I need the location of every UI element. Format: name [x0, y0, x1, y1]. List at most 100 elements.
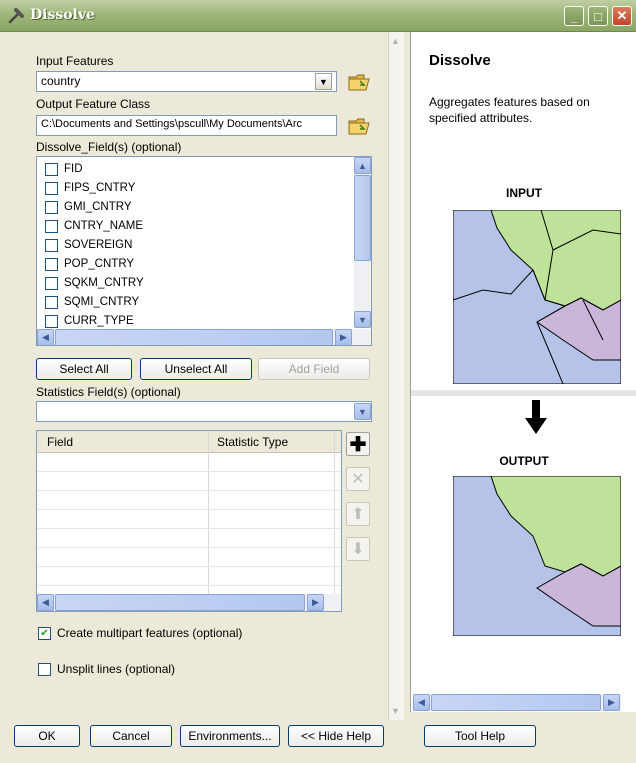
move-up-button[interactable]: ⬆: [346, 502, 370, 526]
hide-help-button[interactable]: << Hide Help: [288, 725, 384, 747]
folder-open-icon: [348, 74, 370, 91]
scroll-up-button[interactable]: ▲: [354, 157, 371, 174]
checkbox[interactable]: [45, 219, 58, 233]
help-title: Dissolve: [429, 52, 491, 69]
statistics-grid[interactable]: Field Statistic Type ◀ ▶: [36, 430, 342, 612]
checkbox[interactable]: [45, 238, 58, 252]
dissolve-field-item[interactable]: FIPS_CNTRY: [45, 179, 135, 197]
chevron-down-icon: ▼: [358, 314, 367, 325]
scroll-left-button[interactable]: ◀: [413, 694, 430, 711]
dissolve-fields-list[interactable]: FID FIPS_CNTRY GMI_CNTRY CNTRY_NAME SOVE…: [36, 156, 372, 346]
chevron-right-icon: ▶: [312, 597, 319, 607]
scroll-left-button[interactable]: ◀: [37, 594, 54, 611]
dissolve-field-item[interactable]: SOVEREIGN: [45, 236, 132, 254]
table-row[interactable]: [37, 492, 341, 510]
minimize-icon: _: [570, 8, 578, 24]
chevron-left-icon: ◀: [418, 697, 425, 707]
input-features-browse-button[interactable]: [347, 70, 371, 94]
checkbox[interactable]: [45, 200, 58, 214]
dissolve-field-item[interactable]: GMI_CNTRY: [45, 198, 132, 216]
input-map-image: [453, 210, 621, 384]
tool-help-button[interactable]: Tool Help: [424, 725, 536, 747]
scroll-thumb[interactable]: [431, 694, 601, 711]
output-caption: OUTPUT: [499, 454, 549, 468]
checkbox[interactable]: [45, 276, 58, 290]
scroll-thumb[interactable]: [55, 594, 305, 611]
dissolve-field-item[interactable]: POP_CNTRY: [45, 255, 134, 273]
scroll-up-icon: ▲: [391, 36, 400, 46]
checkbox[interactable]: [45, 181, 58, 195]
move-down-button[interactable]: ⬇: [346, 537, 370, 561]
table-row[interactable]: [37, 568, 341, 586]
minimize-button[interactable]: _: [564, 6, 584, 26]
input-caption: INPUT: [506, 186, 542, 200]
chevron-down-icon: ▼: [358, 406, 367, 417]
select-all-button[interactable]: Select All: [36, 358, 132, 380]
dissolve-field-item[interactable]: SQMI_CNTRY: [45, 293, 139, 311]
maximize-button[interactable]: □: [588, 6, 608, 26]
multipart-checkbox[interactable]: ✔: [38, 626, 51, 640]
folder-open-icon: [348, 118, 370, 135]
table-row[interactable]: [37, 454, 341, 472]
scroll-right-button[interactable]: ▶: [335, 329, 352, 345]
table-row[interactable]: [37, 511, 341, 529]
dissolve-fields-label: Dissolve_Field(s) (optional): [36, 140, 182, 154]
arrow-up-icon: ⬆: [351, 506, 365, 523]
close-button[interactable]: ✕: [612, 6, 632, 26]
parameters-scrollbar[interactable]: ▲ ▼: [388, 32, 404, 720]
output-map-image: [453, 476, 621, 636]
statistics-dropdown-button[interactable]: ▼: [354, 403, 371, 420]
output-class-browse-button[interactable]: [347, 114, 371, 138]
add-row-button[interactable]: ✚: [346, 432, 370, 456]
scroll-thumb[interactable]: [354, 175, 371, 261]
ok-button[interactable]: OK: [14, 725, 80, 747]
scroll-down-icon: ▼: [391, 706, 400, 716]
environments-button[interactable]: Environments...: [180, 725, 280, 747]
list-vertical-scrollbar[interactable]: ▲ ▼: [354, 157, 371, 328]
grid-header: Field Statistic Type: [37, 431, 341, 453]
scroll-right-button[interactable]: ▶: [307, 594, 324, 611]
title-bar[interactable]: [0, 0, 636, 32]
input-features-field[interactable]: country: [36, 71, 337, 92]
list-horizontal-scrollbar[interactable]: ◀ ▶: [37, 329, 371, 345]
dissolve-field-item[interactable]: SQKM_CNTRY: [45, 274, 144, 292]
scroll-right-button[interactable]: ▶: [603, 694, 620, 711]
delete-row-button[interactable]: ✕: [346, 467, 370, 491]
multipart-option[interactable]: ✔ Create multipart features (optional): [38, 626, 242, 640]
cancel-button[interactable]: Cancel: [90, 725, 172, 747]
chevron-right-icon: ▶: [608, 697, 615, 707]
table-row[interactable]: [37, 549, 341, 567]
table-row[interactable]: [37, 530, 341, 548]
close-icon: ✕: [351, 471, 365, 488]
scroll-thumb[interactable]: [55, 329, 333, 345]
checkbox[interactable]: [45, 257, 58, 271]
checkbox[interactable]: [45, 314, 58, 328]
help-description: Aggregates features based on specified a…: [429, 95, 590, 125]
add-field-button[interactable]: Add Field: [258, 358, 370, 380]
input-features-dropdown[interactable]: ▼: [315, 73, 332, 90]
table-row[interactable]: [37, 473, 341, 491]
scroll-left-button[interactable]: ◀: [37, 329, 54, 345]
unselect-all-button[interactable]: Unselect All: [140, 358, 252, 380]
checkbox[interactable]: [45, 162, 58, 176]
dissolve-field-item[interactable]: FID: [45, 160, 83, 178]
output-class-label: Output Feature Class: [36, 97, 151, 111]
dissolve-field-item[interactable]: CNTRY_NAME: [45, 217, 143, 235]
image-shadow: [411, 390, 636, 396]
help-horizontal-scrollbar[interactable]: ◀ ▶: [413, 694, 621, 711]
chevron-down-icon: ▼: [319, 76, 328, 87]
unsplit-checkbox[interactable]: [38, 662, 51, 676]
chevron-up-icon: ▲: [358, 160, 367, 171]
scroll-down-button[interactable]: ▼: [354, 311, 371, 328]
statistics-label: Statistics Field(s) (optional): [36, 385, 181, 399]
plus-icon: ✚: [349, 433, 367, 456]
checkbox[interactable]: [45, 295, 58, 309]
statistics-field-dropdown[interactable]: [36, 401, 372, 422]
window-title: Dissolve: [30, 7, 95, 23]
grid-col-statistic: Statistic Type: [217, 435, 289, 449]
dissolve-field-item[interactable]: CURR_TYPE: [45, 312, 134, 330]
grid-horizontal-scrollbar[interactable]: ◀ ▶: [37, 594, 341, 611]
unsplit-option[interactable]: Unsplit lines (optional): [38, 662, 175, 676]
hammer-icon: [8, 8, 24, 24]
output-class-field[interactable]: C:\Documents and Settings\pscull\My Docu…: [36, 115, 337, 136]
